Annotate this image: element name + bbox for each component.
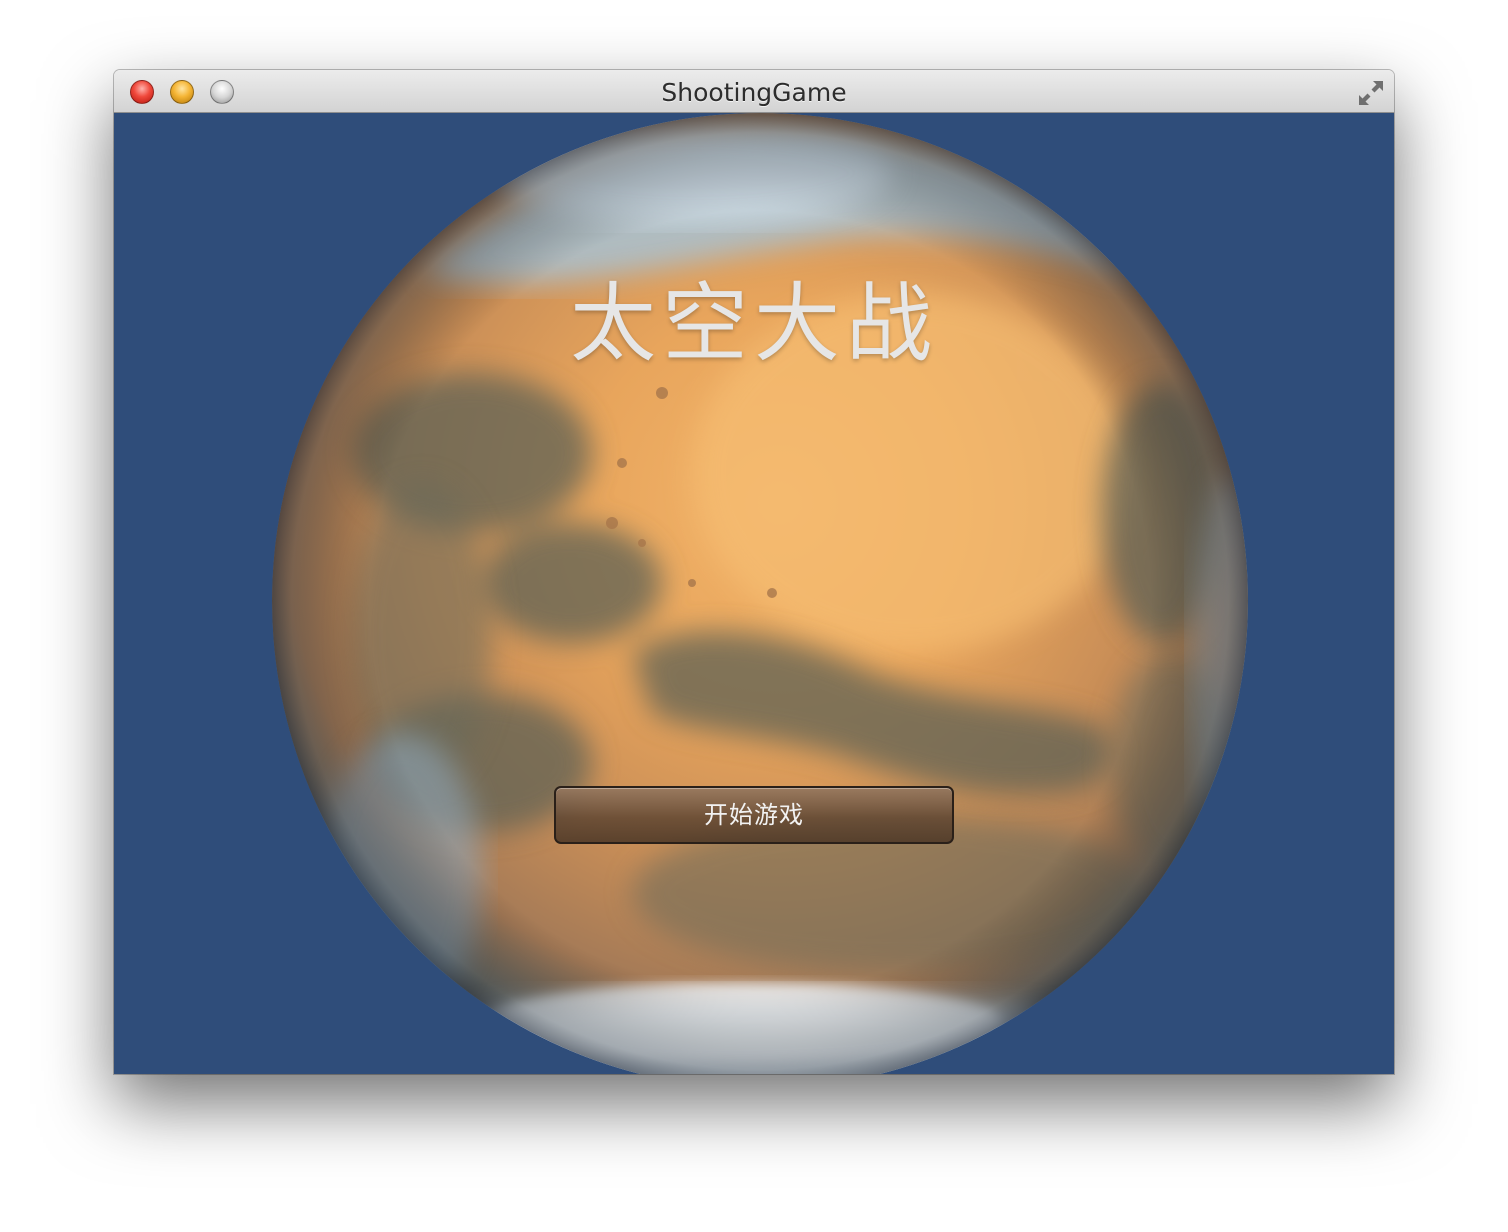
window-title: ShootingGame	[661, 78, 847, 107]
app-window: ShootingGame 太空大战 开始游戏	[114, 70, 1394, 1074]
game-screen: 太空大战 开始游戏	[114, 113, 1394, 1074]
game-title: 太空大战	[570, 274, 938, 374]
title-bar[interactable]: ShootingGame	[114, 70, 1394, 113]
start-game-button[interactable]: 开始游戏	[554, 786, 954, 844]
fullscreen-arrows-icon[interactable]	[1356, 78, 1386, 108]
